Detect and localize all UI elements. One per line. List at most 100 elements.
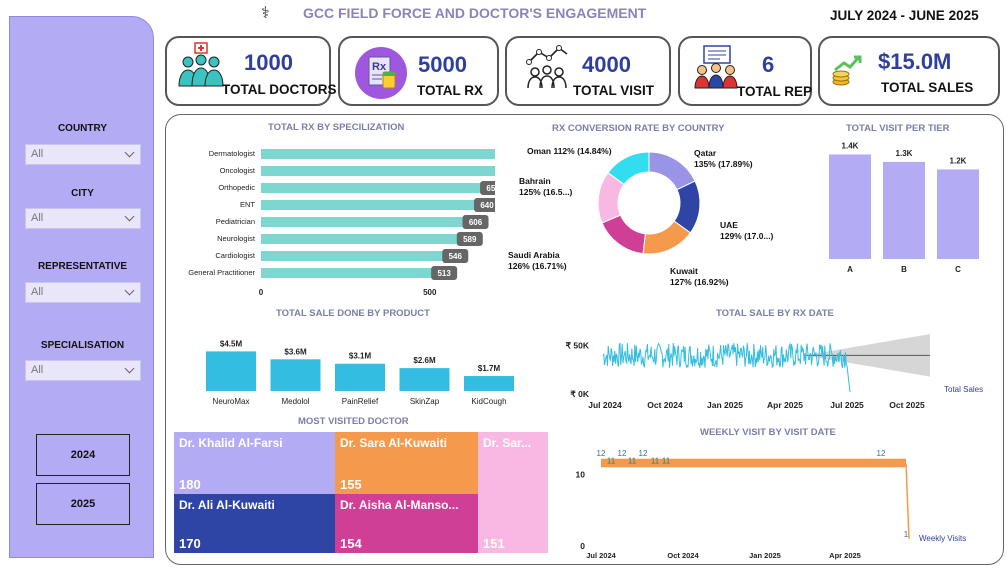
x-tick-label: A — [847, 265, 853, 274]
representative-filter-label: REPRESENTATIVE — [37, 261, 128, 272]
sale-product-chart: $4.5M NeuroMax $3.6M Medolol $3.1M PainRelief… — [206, 339, 514, 406]
treemap-doctor-value: 155 — [340, 477, 362, 492]
point-label: 11 — [628, 456, 637, 465]
chevron-down-icon — [124, 211, 135, 222]
point-label: 12 — [618, 449, 627, 458]
series-label: Total Sales — [944, 385, 983, 394]
page-title: GCC FIELD FORCE AND DOCTOR'S ENGAGEMENT — [303, 5, 647, 21]
x-tick-label: Jan 2025 — [707, 400, 743, 410]
kpi-visit-value: 4000 — [582, 52, 631, 77]
kpi-rep-label: TOTAL REP — [737, 84, 813, 99]
x-tick-label: 0 — [259, 288, 264, 297]
visit-tier-title: TOTAL VISIT PER TIER — [846, 123, 950, 134]
country-filter-dropdown[interactable]: All — [25, 144, 141, 165]
specialisation-filter-dropdown[interactable]: All — [25, 360, 141, 381]
prescription-icon: Rx — [355, 47, 407, 99]
category-label: ENT — [240, 200, 255, 209]
bar — [399, 368, 450, 391]
treemap-tile[interactable]: Dr. Sar... 151 — [478, 432, 548, 553]
kpi-card-rep: 6 TOTAL REP — [678, 36, 812, 106]
treemap-tile[interactable]: Dr. Ali Al-Kuwaiti 170 — [174, 494, 335, 553]
chevron-down-icon — [124, 147, 135, 158]
x-tick-label: Jul 2024 — [586, 551, 616, 560]
city-filter-dropdown[interactable]: All — [25, 208, 141, 229]
treemap-tile[interactable]: Dr. Aisha Al-Manso... 154 — [335, 494, 478, 553]
data-label: $4.5M — [220, 339, 243, 348]
x-tick-label: B — [901, 265, 907, 274]
point-label: 11 — [651, 456, 660, 465]
bar — [829, 154, 871, 259]
representative-filter-dropdown[interactable]: All — [25, 282, 141, 303]
treemap-doctor-value: 170 — [179, 536, 201, 551]
x-tick-label: Oct 2024 — [667, 551, 699, 560]
date-period: JULY 2024 - JUNE 2025 — [830, 8, 979, 23]
doctors-icon — [178, 42, 224, 87]
kpi-sales-value: $15.0M — [878, 49, 952, 74]
slice-value: 129% (17.0...) — [720, 231, 774, 241]
bar — [261, 217, 466, 227]
weekly-visit-chart: 100121112111211 11121Jul 2024 Oct 2024 Jan … — [576, 449, 967, 560]
most-visited-title: MOST VISITED DOCTOR — [298, 416, 409, 427]
bar — [261, 166, 495, 176]
treemap-doctor-value: 180 — [179, 477, 201, 492]
bar — [261, 251, 446, 261]
bar — [883, 161, 925, 259]
bar — [261, 149, 495, 159]
chevron-down-icon — [124, 285, 135, 296]
kpi-visit-label: TOTAL VISIT — [573, 83, 655, 98]
kpi-card-visit: 4000 TOTAL VISIT — [505, 36, 671, 106]
treemap-doctor-name: Dr. Khalid Al-Farsi — [179, 436, 283, 450]
category-label: General Practitioner — [188, 268, 255, 277]
treemap-doctor-name: Dr. Aisha Al-Manso... — [340, 498, 459, 512]
slice-name: Bahrain — [519, 176, 551, 186]
slice-value: 126% (16.71%) — [508, 261, 567, 271]
category-label: Orthopedic — [218, 183, 255, 192]
city-filter-value: All — [31, 212, 44, 224]
sale-date-chart: ₹ 50K ₹ 0KJul 2024 Oct 2024 Jan 2025 Apr 202… — [566, 334, 983, 410]
specialisation-filter-label: SPECIALISATION — [40, 340, 125, 351]
x-tick-label: Jul 2024 — [588, 400, 622, 410]
people-network-icon — [526, 45, 568, 89]
x-tick-label: Apr 2025 — [829, 551, 861, 560]
kpi-rep-value: 6 — [762, 52, 775, 77]
bar — [464, 376, 514, 391]
bar — [261, 200, 477, 210]
country-filter-value: All — [31, 148, 44, 160]
data-label: 513 — [437, 269, 451, 278]
bar — [335, 363, 385, 391]
year-2025-button[interactable]: 2025 — [36, 483, 130, 525]
kpi-card-sales: $15.0M TOTAL SALES — [818, 36, 1000, 106]
sale-product-title: TOTAL SALE DONE BY PRODUCT — [276, 308, 430, 319]
sales-growth-icon — [832, 55, 862, 86]
treemap-tile[interactable]: Dr. Sara Al-Kuwaiti 155 — [335, 432, 478, 494]
country-filter-label: COUNTRY — [57, 123, 108, 134]
x-tick-label: NeuroMax — [213, 397, 250, 406]
category-label: Dermatologist — [209, 149, 256, 158]
treemap-doctor-name: Dr. Sar... — [483, 436, 532, 450]
series-line — [905, 463, 910, 539]
year-2024-button[interactable]: 2024 — [36, 434, 130, 476]
svg-text:Rx: Rx — [372, 61, 387, 73]
data-label: $2.6M — [413, 356, 436, 365]
x-tick-label: Jul 2025 — [830, 400, 864, 410]
y-tick-label: ₹ 50K — [566, 341, 590, 351]
weekly-visit-title: WEEKLY VISIT BY VISIT DATE — [700, 427, 836, 438]
point-label: 11 — [662, 456, 671, 465]
data-label: 1.4K — [842, 141, 859, 150]
x-tick-label: Jan 2025 — [749, 551, 781, 560]
treemap-tile[interactable]: Dr. Khalid Al-Farsi 180 — [174, 432, 335, 494]
bar — [261, 268, 435, 278]
series-band — [601, 458, 906, 468]
x-tick-label: Medolol — [281, 397, 309, 406]
treemap-doctor-name: Dr. Ali Al-Kuwaiti — [179, 498, 275, 512]
category-label: Pediatrician — [216, 217, 255, 226]
rx-conversion-donut-chart: Qatar135% (17.89%) UAE129% (17.0...) Kuwai… — [508, 146, 774, 287]
rx-specialization-title: TOTAL RX BY SPECILIZATION — [268, 122, 405, 133]
data-label: 1.3K — [896, 149, 913, 158]
kpi-card-doctors: 1000 TOTAL DOCTORS — [165, 36, 337, 106]
kpi-sales-label: TOTAL SALES — [881, 80, 974, 95]
y-tick-label: 10 — [576, 469, 586, 479]
city-filter-label: CITY — [71, 188, 94, 199]
bar — [937, 169, 979, 259]
visit-tier-chart: 1.4K A 1.3K B 1.2K C — [829, 141, 979, 274]
